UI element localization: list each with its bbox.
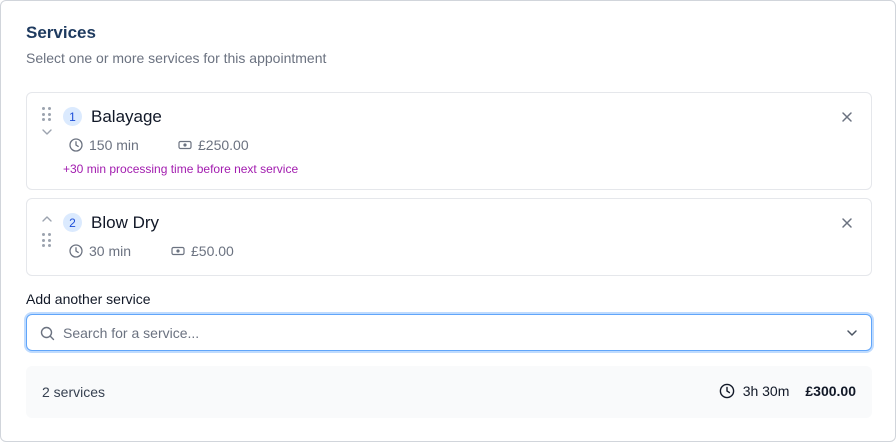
services-summary: 2 services 3h 30m £300.00 bbox=[26, 366, 872, 418]
clock-icon bbox=[719, 383, 734, 399]
service-name: Blow Dry bbox=[91, 213, 160, 232]
close-icon bbox=[842, 112, 852, 122]
total-duration: 3h 30m bbox=[742, 383, 790, 399]
clock-icon bbox=[69, 138, 83, 152]
service-duration: 30 min bbox=[69, 243, 131, 259]
service-price: £50.00 bbox=[171, 243, 234, 259]
service-name: Balayage bbox=[91, 107, 162, 126]
total-price: £300.00 bbox=[805, 383, 856, 399]
clock-icon bbox=[69, 244, 83, 258]
price-tag-icon bbox=[178, 140, 192, 150]
service-duration: 150 min bbox=[69, 137, 139, 153]
services-panel: Services Select one or more services for… bbox=[0, 0, 896, 442]
duration-text: 150 min bbox=[89, 137, 139, 153]
section-title: Services bbox=[26, 23, 96, 42]
add-service-label: Add another service bbox=[26, 291, 151, 307]
chevron-up-icon[interactable] bbox=[41, 214, 53, 224]
drag-handle-icon[interactable] bbox=[42, 233, 52, 249]
drag-handle-icon[interactable] bbox=[42, 107, 52, 123]
summary-totals: 3h 30m £300.00 bbox=[719, 383, 856, 399]
processing-time-note: +30 min processing time before next serv… bbox=[63, 162, 299, 176]
service-card-1: 1 Balayage 150 min £250.00 +30 min proce… bbox=[26, 92, 872, 190]
price-text: £50.00 bbox=[191, 243, 234, 259]
service-price: £250.00 bbox=[178, 137, 249, 153]
services-count: 2 services bbox=[42, 384, 106, 400]
chevron-down-icon[interactable] bbox=[846, 328, 858, 338]
close-icon bbox=[842, 218, 852, 228]
service-order-badge: 1 bbox=[63, 107, 82, 126]
search-icon bbox=[40, 326, 55, 341]
price-text: £250.00 bbox=[198, 137, 249, 153]
section-subtitle: Select one or more services for this app… bbox=[26, 50, 327, 66]
service-order-badge: 2 bbox=[63, 213, 82, 232]
duration-text: 30 min bbox=[89, 243, 132, 259]
chevron-down-icon[interactable] bbox=[41, 127, 53, 137]
service-card-2: 2 Blow Dry 30 min £50.00 bbox=[26, 198, 872, 276]
service-search-input[interactable] bbox=[63, 315, 833, 350]
service-search-combobox[interactable] bbox=[26, 314, 872, 351]
remove-service-button[interactable] bbox=[839, 215, 855, 231]
price-tag-icon bbox=[171, 246, 185, 256]
remove-service-button[interactable] bbox=[839, 109, 855, 125]
